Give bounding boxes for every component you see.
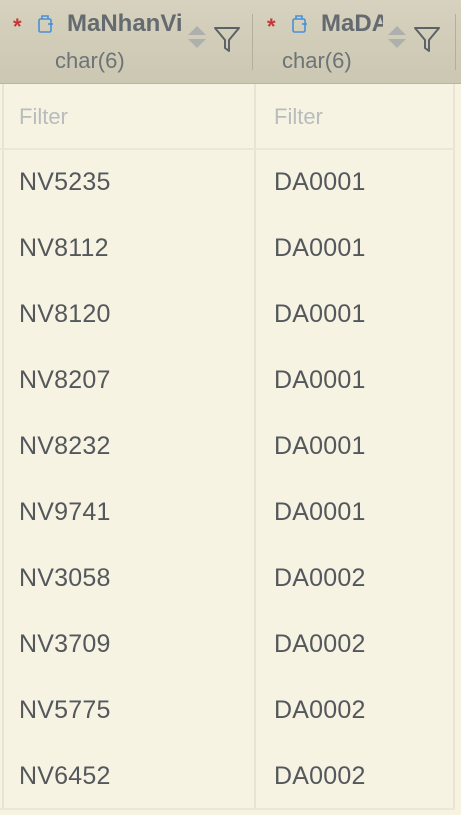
column-name: MaDA — [321, 10, 383, 37]
column-name: MaNhanVien — [67, 10, 181, 37]
cell-mada[interactable]: DA0001 — [274, 432, 366, 461]
grid-header: * MaNhanVien char(6) * — [0, 0, 461, 84]
cell-mada[interactable]: DA0001 — [274, 366, 366, 395]
sort-icon[interactable] — [386, 22, 408, 52]
cell-mada[interactable]: DA0001 — [274, 168, 366, 197]
cell-manhanvien[interactable]: NV5775 — [19, 696, 111, 725]
column-type: char(6) — [282, 48, 352, 73]
cell-mada[interactable]: DA0002 — [274, 762, 366, 791]
filter-icon[interactable] — [412, 24, 442, 54]
column-divider[interactable] — [455, 14, 456, 70]
table-row[interactable]: NV3058 DA0002 — [0, 546, 455, 612]
table-row[interactable]: NV8112 DA0001 — [0, 216, 455, 282]
cell-mada[interactable]: DA0002 — [274, 696, 366, 725]
filter-row: Filter Filter — [0, 84, 455, 150]
required-marker: * — [267, 14, 276, 39]
grid-bottom-border — [0, 808, 455, 810]
data-grid: * MaNhanVien char(6) * — [0, 0, 461, 815]
filter-input-manhanvien[interactable]: Filter — [19, 104, 68, 130]
cell-mada[interactable]: DA0002 — [274, 564, 366, 593]
cell-manhanvien[interactable]: NV8207 — [19, 366, 111, 395]
cell-manhanvien[interactable]: NV8120 — [19, 300, 111, 329]
cell-manhanvien[interactable]: NV9741 — [19, 498, 111, 527]
cell-manhanvien[interactable]: NV3058 — [19, 564, 111, 593]
cell-manhanvien[interactable]: NV6452 — [19, 762, 111, 791]
cell-manhanvien[interactable]: NV8232 — [19, 432, 111, 461]
table-row[interactable]: NV8232 DA0001 — [0, 414, 455, 480]
column-type: char(6) — [55, 48, 125, 73]
cell-mada[interactable]: DA0001 — [274, 498, 366, 527]
table-row[interactable]: NV3709 DA0002 — [0, 612, 455, 678]
filter-icon[interactable] — [212, 24, 242, 54]
cell-mada[interactable]: DA0001 — [274, 300, 366, 329]
primary-key-icon — [38, 15, 53, 33]
table-row[interactable]: NV8207 DA0001 — [0, 348, 455, 414]
cell-mada[interactable]: DA0002 — [274, 630, 366, 659]
cell-mada[interactable]: DA0001 — [274, 234, 366, 263]
cell-manhanvien[interactable]: NV5235 — [19, 168, 111, 197]
table-row[interactable]: NV5775 DA0002 — [0, 678, 455, 744]
filter-input-mada[interactable]: Filter — [274, 104, 323, 130]
table-row[interactable]: NV6452 DA0002 — [0, 744, 455, 810]
column-header-manhanvien[interactable]: * MaNhanVien char(6) — [0, 0, 253, 84]
primary-key-icon — [292, 15, 307, 33]
column-divider[interactable] — [252, 14, 253, 70]
required-marker: * — [13, 14, 22, 39]
table-row[interactable]: NV8120 DA0001 — [0, 282, 455, 348]
table-row[interactable]: NV9741 DA0001 — [0, 480, 455, 546]
table-row[interactable]: NV5235 DA0001 — [0, 150, 455, 216]
sort-icon[interactable] — [186, 22, 208, 52]
grid-body: Filter Filter NV5235 DA0001 NV8112 DA000… — [0, 84, 461, 815]
cell-manhanvien[interactable]: NV8112 — [19, 234, 109, 263]
column-header-mada[interactable]: * MaDA char(6) — [254, 0, 461, 84]
cell-manhanvien[interactable]: NV3709 — [19, 630, 111, 659]
